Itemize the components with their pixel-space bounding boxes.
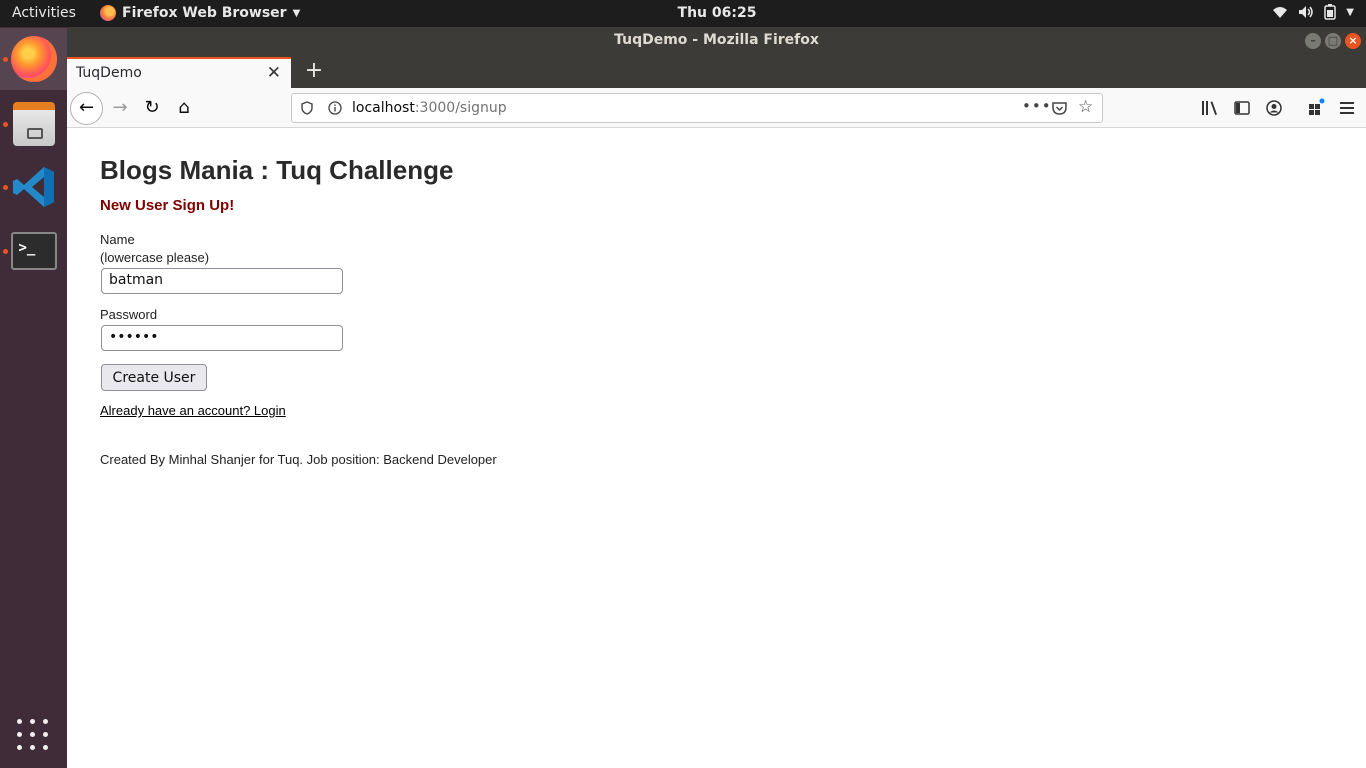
wifi-icon (1273, 7, 1288, 18)
create-user-button[interactable]: Create User (101, 364, 207, 391)
running-indicator (3, 185, 8, 190)
dock-terminal[interactable]: >_ (0, 220, 67, 282)
url-host: localhost (352, 100, 415, 116)
running-indicator (3, 57, 8, 62)
window-titlebar: TuqDemo - Mozilla Firefox – □ × (67, 27, 1366, 55)
bookmark-star-icon[interactable]: ☆ (1078, 97, 1093, 117)
footer-credit: Created By Minhal Shanjer for Tuq. Job p… (100, 452, 497, 467)
signup-subheading: New User Sign Up! (100, 197, 235, 214)
name-hint: (lowercase please) (100, 250, 210, 265)
system-tray[interactable]: ▼ (1272, 4, 1354, 20)
vscode-icon (12, 165, 56, 209)
terminal-icon: >_ (10, 232, 57, 270)
firefox-icon (10, 36, 57, 82)
password-label: Password (100, 307, 158, 322)
home-button[interactable]: ⌂ (169, 93, 199, 123)
tab-title: TuqDemo (76, 65, 142, 81)
tracking-shield-icon[interactable] (301, 101, 313, 115)
tab-close-icon[interactable]: ✕ (267, 63, 281, 83)
back-button[interactable]: ← (70, 92, 103, 125)
info-icon[interactable] (328, 101, 342, 115)
name-input-value: batman (109, 272, 164, 288)
url-path: :3000/signup (414, 100, 507, 116)
page-content: Blogs Mania : Tuq Challenge New User Sig… (67, 129, 1366, 768)
hamburger-menu-icon[interactable] (1340, 101, 1354, 115)
window-title: TuqDemo - Mozilla Firefox (614, 32, 819, 48)
reload-button[interactable]: ↻ (137, 93, 167, 123)
account-icon[interactable] (1266, 100, 1282, 116)
sidebar-icon[interactable] (1234, 101, 1250, 115)
minimize-button[interactable]: – (1305, 33, 1321, 49)
library-icon[interactable] (1201, 100, 1219, 116)
ubuntu-dock: >_ (0, 27, 67, 768)
url-text[interactable]: localhost:3000/signup (352, 100, 507, 116)
url-bar[interactable]: localhost:3000/signup ••• ☆ (291, 93, 1103, 123)
navigation-toolbar: ← → ↻ ⌂ localhost:3000/signup ••• ☆ (67, 88, 1366, 128)
running-indicator (3, 122, 8, 127)
name-input[interactable]: batman (101, 268, 343, 294)
name-label: Name (100, 232, 135, 247)
dock-firefox[interactable] (0, 28, 67, 90)
new-tab-button[interactable]: + (299, 57, 329, 87)
dock-vscode[interactable] (0, 156, 67, 218)
password-input-value: •••••• (109, 329, 159, 345)
clock[interactable]: Thu 06:25 (0, 5, 1366, 21)
extensions-icon[interactable] (1307, 98, 1325, 116)
forward-button[interactable]: → (105, 93, 135, 123)
gnome-top-bar: Activities Firefox Web Browser ▼ Thu 06:… (0, 0, 1366, 27)
login-link[interactable]: Already have an account? Login (100, 403, 286, 418)
tray-menu-icon: ▼ (1346, 6, 1354, 18)
volume-icon (1299, 6, 1314, 18)
maximize-button[interactable]: □ (1325, 33, 1341, 49)
app-grid-icon[interactable] (17, 719, 49, 751)
files-icon (12, 102, 55, 146)
tab-tuqdemo[interactable]: TuqDemo ✕ (67, 57, 291, 88)
battery-icon (1324, 4, 1337, 20)
page-actions-icon[interactable]: ••• (1022, 97, 1052, 115)
pocket-icon[interactable] (1052, 101, 1067, 115)
tab-strip: TuqDemo ✕ + (67, 55, 1366, 88)
running-indicator (3, 249, 8, 254)
page-title: Blogs Mania : Tuq Challenge (100, 155, 454, 185)
close-window-button[interactable]: × (1345, 33, 1361, 49)
password-input[interactable]: •••••• (101, 325, 343, 351)
dock-files[interactable] (0, 93, 67, 155)
